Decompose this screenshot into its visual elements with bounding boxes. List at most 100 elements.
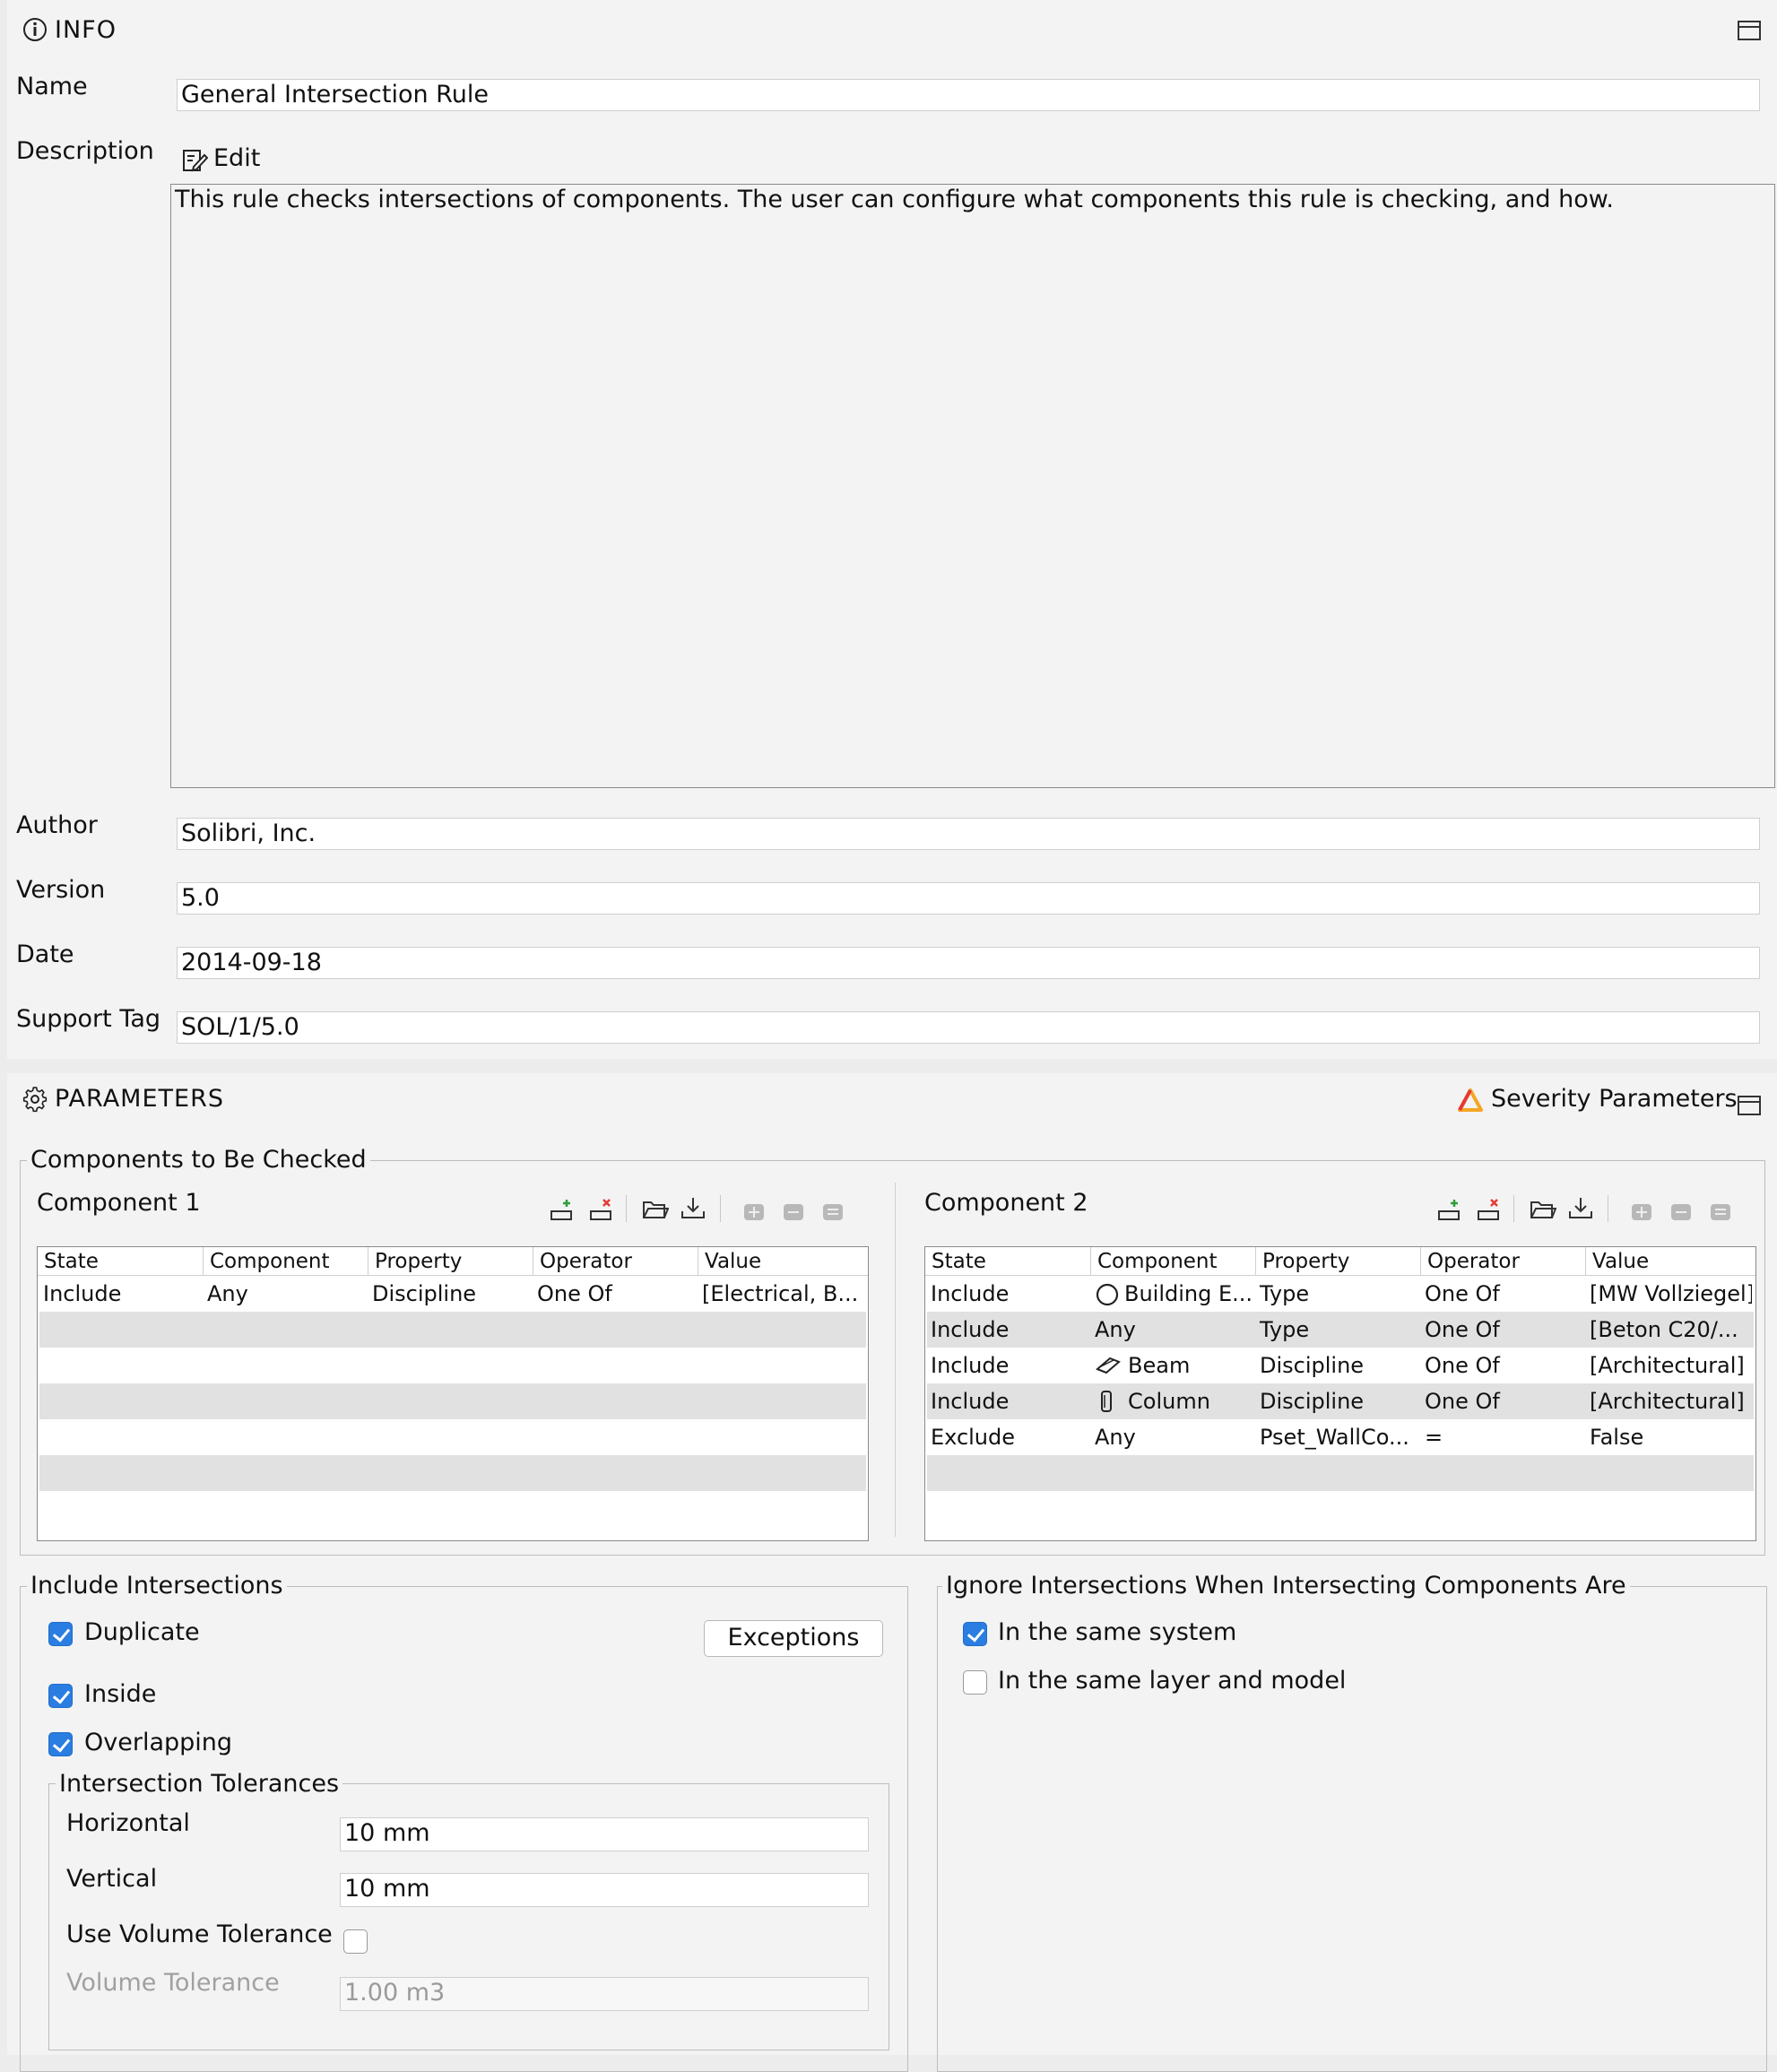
- inside-checkbox[interactable]: [48, 1684, 73, 1708]
- component2-table: State Component Property Operator Value …: [924, 1246, 1756, 1541]
- property-cell: Discipline: [372, 1281, 477, 1306]
- add-group-icon: [1632, 1204, 1651, 1220]
- toolbar-separator: [1513, 1195, 1514, 1222]
- maximize-parameters-button[interactable]: [1738, 1096, 1761, 1115]
- table-row[interactable]: Include Any Discipline One Of [Electrica…: [39, 1276, 866, 1312]
- severity-warning-icon: [1458, 1088, 1483, 1112]
- table-row[interactable]: Include Beam Discipline One Of [Architec…: [927, 1348, 1754, 1383]
- exceptions-button[interactable]: Exceptions: [704, 1620, 883, 1657]
- empty-row: [39, 1419, 866, 1455]
- column-header[interactable]: Property: [1256, 1247, 1421, 1276]
- column-icon: [1101, 1391, 1112, 1412]
- column-header[interactable]: Operator: [533, 1247, 698, 1276]
- description-text: This rule checks intersections of compon…: [175, 186, 1614, 213]
- add-row-icon[interactable]: [549, 1197, 576, 1224]
- component1-table: State Component Property Operator Value …: [37, 1246, 869, 1541]
- name-field[interactable]: General Intersection Rule: [177, 79, 1760, 111]
- operator-cell: One Of: [1425, 1353, 1500, 1378]
- state-cell: Include: [931, 1389, 1010, 1414]
- component-cell: Any: [207, 1281, 248, 1306]
- column-header[interactable]: Value: [1586, 1247, 1755, 1276]
- value-cell: False: [1590, 1425, 1644, 1450]
- include-intersections-title: Include Intersections: [27, 1571, 287, 1601]
- download-icon[interactable]: [1567, 1195, 1594, 1222]
- remove-group-icon: [784, 1204, 803, 1220]
- download-icon[interactable]: [680, 1195, 706, 1222]
- column-header[interactable]: State: [925, 1247, 1091, 1276]
- overlapping-checkbox[interactable]: [48, 1732, 73, 1756]
- vertical-label: Vertical: [66, 1865, 158, 1893]
- remove-row-icon[interactable]: [588, 1197, 615, 1224]
- column-header[interactable]: Operator: [1421, 1247, 1586, 1276]
- column-header[interactable]: Component: [1091, 1247, 1256, 1276]
- state-cell: Include: [43, 1281, 122, 1306]
- component-cell: Any: [1095, 1425, 1136, 1450]
- operator-cell: One Of: [1425, 1281, 1500, 1306]
- intersection-tolerances-title: Intersection Tolerances: [56, 1769, 343, 1799]
- toolbar-separator: [626, 1195, 627, 1222]
- table-row[interactable]: Include Any Type One Of [Beton C20/...: [927, 1312, 1754, 1348]
- author-label: Author: [16, 811, 98, 839]
- beam-icon: [1096, 1357, 1121, 1374]
- name-label: Name: [16, 73, 88, 100]
- overlapping-label: Overlapping: [84, 1729, 233, 1756]
- component-cell: Building E...: [1124, 1281, 1253, 1306]
- vertical-field[interactable]: 10 mm: [340, 1873, 869, 1907]
- empty-row: [927, 1455, 1754, 1491]
- value-cell: [MW Vollziegel]: [1590, 1281, 1752, 1306]
- empty-row: [39, 1312, 866, 1348]
- property-cell: Pset_WallCo...: [1260, 1425, 1409, 1450]
- state-cell: Include: [931, 1281, 1010, 1306]
- inside-label: Inside: [84, 1680, 157, 1708]
- volume-tolerance-field[interactable]: 1.00 m3: [340, 1977, 869, 2011]
- add-row-icon[interactable]: [1436, 1197, 1463, 1224]
- parameters-header: PARAMETERS: [55, 1085, 224, 1113]
- table-row[interactable]: Exclude Any Pset_WallCo... = False: [927, 1419, 1754, 1455]
- property-cell: Type: [1260, 1317, 1310, 1342]
- component1-title: Component 1: [37, 1189, 201, 1217]
- version-label: Version: [16, 876, 106, 904]
- support-tag-field[interactable]: SOL/1/5.0: [177, 1011, 1760, 1044]
- same-layer-checkbox[interactable]: [963, 1670, 987, 1695]
- ignore-intersections-title: Ignore Intersections When Intersecting C…: [942, 1571, 1630, 1601]
- operator-cell: One Of: [537, 1281, 612, 1306]
- clear-group-icon: [1711, 1204, 1730, 1220]
- use-volume-tolerance-checkbox[interactable]: [343, 1929, 368, 1954]
- duplicate-label: Duplicate: [84, 1618, 200, 1646]
- component-divider: [895, 1183, 896, 1537]
- date-label: Date: [16, 941, 74, 968]
- version-field[interactable]: 5.0: [177, 882, 1760, 915]
- value-cell: [Electrical, B...: [702, 1281, 859, 1306]
- column-header[interactable]: Value: [698, 1247, 868, 1276]
- operator-cell: =: [1425, 1425, 1443, 1450]
- edit-icon: [183, 150, 208, 172]
- value-cell: [Architectural]: [1590, 1389, 1745, 1414]
- same-layer-label: In the same layer and model: [998, 1667, 1347, 1695]
- info-icon: [23, 18, 47, 41]
- table-row[interactable]: Include Building E... Type One Of [MW Vo…: [927, 1276, 1754, 1312]
- description-textarea[interactable]: This rule checks intersections of compon…: [170, 184, 1775, 788]
- author-field[interactable]: Solibri, Inc.: [177, 818, 1760, 850]
- remove-group-icon: [1671, 1204, 1691, 1220]
- severity-parameters-button[interactable]: Severity Parameters: [1457, 1084, 1738, 1114]
- duplicate-checkbox[interactable]: [48, 1622, 73, 1646]
- maximize-info-button[interactable]: [1738, 21, 1761, 40]
- column-header[interactable]: Component: [204, 1247, 368, 1276]
- info-header: INFO: [55, 16, 117, 44]
- value-cell: [Beton C20/...: [1590, 1317, 1738, 1342]
- open-folder-icon[interactable]: [642, 1195, 669, 1222]
- state-cell: Include: [931, 1353, 1010, 1378]
- column-header[interactable]: State: [38, 1247, 204, 1276]
- same-system-checkbox[interactable]: [963, 1622, 987, 1646]
- table-row[interactable]: Include Column Discipline One Of [Archit…: [927, 1383, 1754, 1419]
- operator-cell: One Of: [1425, 1389, 1500, 1414]
- component2-title: Component 2: [924, 1189, 1088, 1217]
- empty-row: [39, 1348, 866, 1383]
- volume-tolerance-label: Volume Tolerance: [66, 1969, 280, 1997]
- date-field[interactable]: 2014-09-18: [177, 947, 1760, 979]
- column-header[interactable]: Property: [368, 1247, 533, 1276]
- remove-row-icon[interactable]: [1476, 1197, 1503, 1224]
- horizontal-field[interactable]: 10 mm: [340, 1817, 869, 1851]
- add-group-icon: [744, 1204, 764, 1220]
- open-folder-icon[interactable]: [1530, 1195, 1556, 1222]
